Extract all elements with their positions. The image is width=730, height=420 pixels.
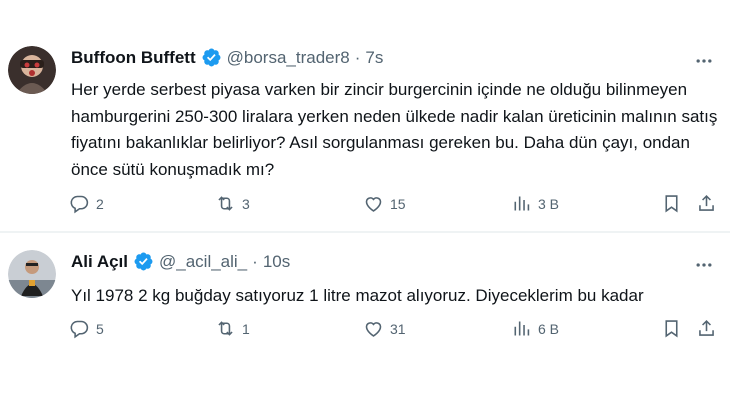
separator-dot: ·: [252, 251, 258, 271]
bookmark-button[interactable]: [661, 193, 682, 214]
separator-dot: ·: [354, 47, 361, 67]
like-count: 15: [390, 195, 406, 212]
retweet-count: 3: [242, 195, 250, 212]
timestamp[interactable]: 10s: [263, 252, 290, 272]
bookmark-button[interactable]: [661, 318, 682, 339]
retweet-icon: [218, 321, 233, 336]
retweet-button[interactable]: 3: [215, 193, 250, 214]
tweet-header: Ali Açıl @_acil_ali_ · 10s: [71, 251, 290, 272]
share-button[interactable]: [696, 318, 717, 339]
share-icon: [699, 194, 714, 211]
views-count: 3 B: [538, 195, 560, 212]
views-bar-chart-icon: [514, 196, 530, 211]
reply-count: 5: [96, 320, 104, 337]
more-options-icon[interactable]: [692, 253, 716, 277]
tweet-1[interactable]: Buffoon Buffett @borsa_trader8 · 7s Her …: [0, 0, 730, 232]
tweet-actions: 2 3 15 3 B: [58, 193, 722, 223]
verified-badge-icon: [133, 251, 154, 272]
share-icon: [699, 319, 714, 336]
reply-count: 2: [96, 195, 104, 212]
heart-icon: [365, 197, 382, 212]
reply-icon: [70, 320, 89, 339]
timestamp[interactable]: 7s: [365, 48, 383, 68]
reply-icon: [70, 195, 89, 214]
display-name[interactable]: Buffoon Buffett: [71, 48, 196, 68]
user-handle[interactable]: @borsa_trader8: [227, 48, 350, 68]
views-button[interactable]: 6 B: [511, 318, 559, 339]
reply-button[interactable]: 5: [69, 318, 104, 339]
user-handle[interactable]: @_acil_ali_: [159, 252, 247, 272]
tweet-header: Buffoon Buffett @borsa_trader8 · 7s: [71, 47, 383, 68]
heart-icon: [365, 322, 382, 337]
like-button[interactable]: 31: [363, 318, 406, 339]
views-count: 6 B: [538, 320, 560, 337]
views-bar-chart-icon: [514, 321, 530, 336]
tweet-text: Her yerde serbest piyasa varken bir zinc…: [71, 80, 718, 179]
avatar[interactable]: [8, 250, 56, 298]
tweet-divider: [0, 232, 730, 233]
retweet-count: 1: [242, 320, 250, 337]
views-button[interactable]: 3 B: [511, 193, 559, 214]
display-name[interactable]: Ali Açıl: [71, 252, 128, 272]
verified-badge-icon: [201, 47, 222, 68]
retweet-icon: [218, 196, 233, 211]
bookmark-icon: [665, 195, 678, 213]
tweet-text: Yıl 1978 2 kg buğday satıyoruz 1 litre m…: [71, 286, 644, 305]
bookmark-icon: [665, 320, 678, 338]
like-count: 31: [390, 320, 406, 337]
tweet-actions: 5 1 31 6 B: [58, 318, 722, 348]
more-options-icon[interactable]: [692, 49, 716, 73]
share-button[interactable]: [696, 193, 717, 214]
reply-button[interactable]: 2: [69, 193, 104, 214]
avatar[interactable]: [8, 46, 56, 94]
like-button[interactable]: 15: [363, 193, 406, 214]
retweet-button[interactable]: 1: [215, 318, 250, 339]
